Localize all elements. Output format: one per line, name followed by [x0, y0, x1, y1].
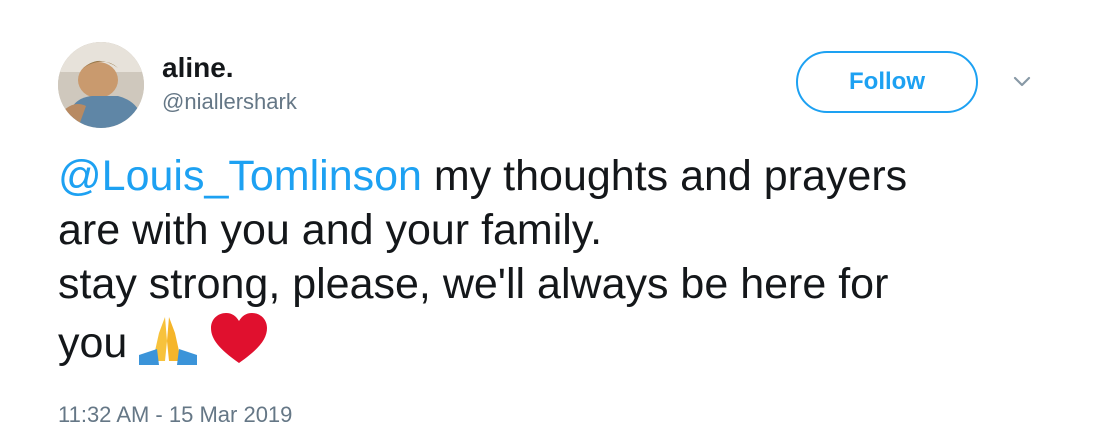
folded-hands-icon	[135, 311, 201, 380]
avatar-photo	[58, 42, 144, 128]
mention-link[interactable]: @Louis_Tomlinson	[58, 152, 422, 200]
timestamp[interactable]: 11:32 AM - 15 Mar 2019	[58, 402, 292, 428]
tweet-line-3: stay strong, please, we'll always be her…	[58, 260, 889, 308]
user-handle[interactable]: @niallershark	[162, 89, 297, 115]
tweet-line-1: @Louis_Tomlinson my thoughts and prayers	[58, 149, 1058, 203]
follow-button[interactable]: Follow	[796, 51, 978, 113]
avatar[interactable]	[58, 42, 144, 128]
tweet-line-2: are with you and your family.	[58, 206, 603, 254]
tweet-text: @Louis_Tomlinson my thoughts and prayers…	[58, 149, 1058, 380]
tweet-line-1-text: my thoughts and prayers	[421, 152, 908, 200]
display-name[interactable]: aline.	[162, 52, 234, 84]
tweet-card: aline. @niallershark Follow @Louis_Tomli…	[0, 0, 1104, 447]
chevron-down-icon[interactable]	[1008, 70, 1036, 94]
red-heart-icon	[209, 311, 269, 380]
tweet-line-4: you	[58, 311, 1058, 380]
tweet-line-4-text: you	[58, 318, 128, 367]
